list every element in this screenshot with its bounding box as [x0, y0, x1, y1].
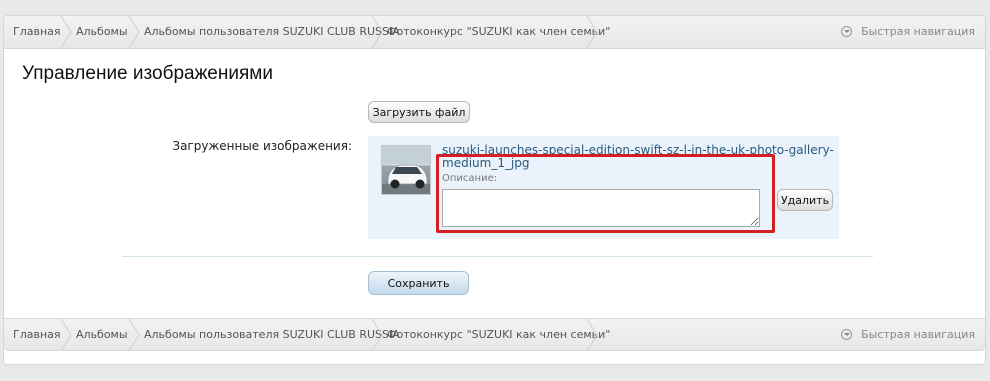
chevron-down-icon — [841, 26, 853, 37]
breadcrumb-item-contest[interactable]: Фотоконкурс "SUZUKI как член семьи" — [387, 319, 610, 351]
delete-button[interactable]: Удалить — [777, 189, 833, 211]
image-thumbnail[interactable] — [381, 145, 431, 195]
breadcrumb-separator-icon — [128, 319, 140, 351]
quick-navigation-label: Быстрая навигация — [861, 328, 975, 341]
description-field[interactable] — [442, 189, 760, 227]
breadcrumb-item-albums[interactable]: Альбомы — [76, 319, 128, 351]
breadcrumb-item-home[interactable]: Главная — [13, 319, 61, 351]
upload-file-button[interactable]: Загрузить файл — [368, 101, 470, 123]
car-icon — [382, 146, 430, 194]
breadcrumb-bottom: Главная Альбомы Альбомы пользователя SUZ… — [4, 318, 985, 351]
breadcrumb-top: Главная Альбомы Альбомы пользователя SUZ… — [4, 16, 985, 49]
description-label: Описание: — [442, 173, 498, 184]
breadcrumb-separator-icon — [371, 319, 383, 351]
uploaded-image-item: suzuki-launches-special-edition-swift-sz… — [368, 136, 839, 239]
breadcrumb-item-home[interactable]: Главная — [13, 16, 61, 48]
divider — [122, 256, 873, 257]
quick-navigation[interactable]: Быстрая навигация — [841, 319, 975, 351]
breadcrumb-separator-icon — [60, 16, 72, 48]
breadcrumb-separator-icon — [60, 319, 72, 351]
image-filename-link[interactable]: suzuki-launches-special-edition-swift-sz… — [442, 144, 837, 170]
breadcrumb-item-contest[interactable]: Фотоконкурс "SUZUKI как член семьи" — [387, 16, 610, 48]
quick-navigation[interactable]: Быстрая навигация — [841, 16, 975, 48]
page-title: Управление изображениями — [22, 63, 273, 84]
breadcrumb-separator-icon — [371, 16, 383, 48]
page-container: Главная Альбомы Альбомы пользователя SUZ… — [3, 15, 986, 365]
breadcrumb-separator-icon — [128, 16, 140, 48]
quick-navigation-label: Быстрая навигация — [861, 25, 975, 38]
save-button[interactable]: Сохранить — [368, 271, 469, 295]
chevron-down-icon — [841, 329, 853, 340]
uploaded-images-label: Загруженные изображения: — [172, 139, 352, 153]
breadcrumb-item-user-albums[interactable]: Альбомы пользователя SUZUKI CLUB RUSSIA — [144, 16, 400, 48]
breadcrumb-item-user-albums[interactable]: Альбомы пользователя SUZUKI CLUB RUSSIA — [144, 319, 400, 351]
breadcrumb-separator-icon — [586, 319, 598, 351]
breadcrumb-separator-icon — [586, 16, 598, 48]
breadcrumb-item-albums[interactable]: Альбомы — [76, 16, 128, 48]
